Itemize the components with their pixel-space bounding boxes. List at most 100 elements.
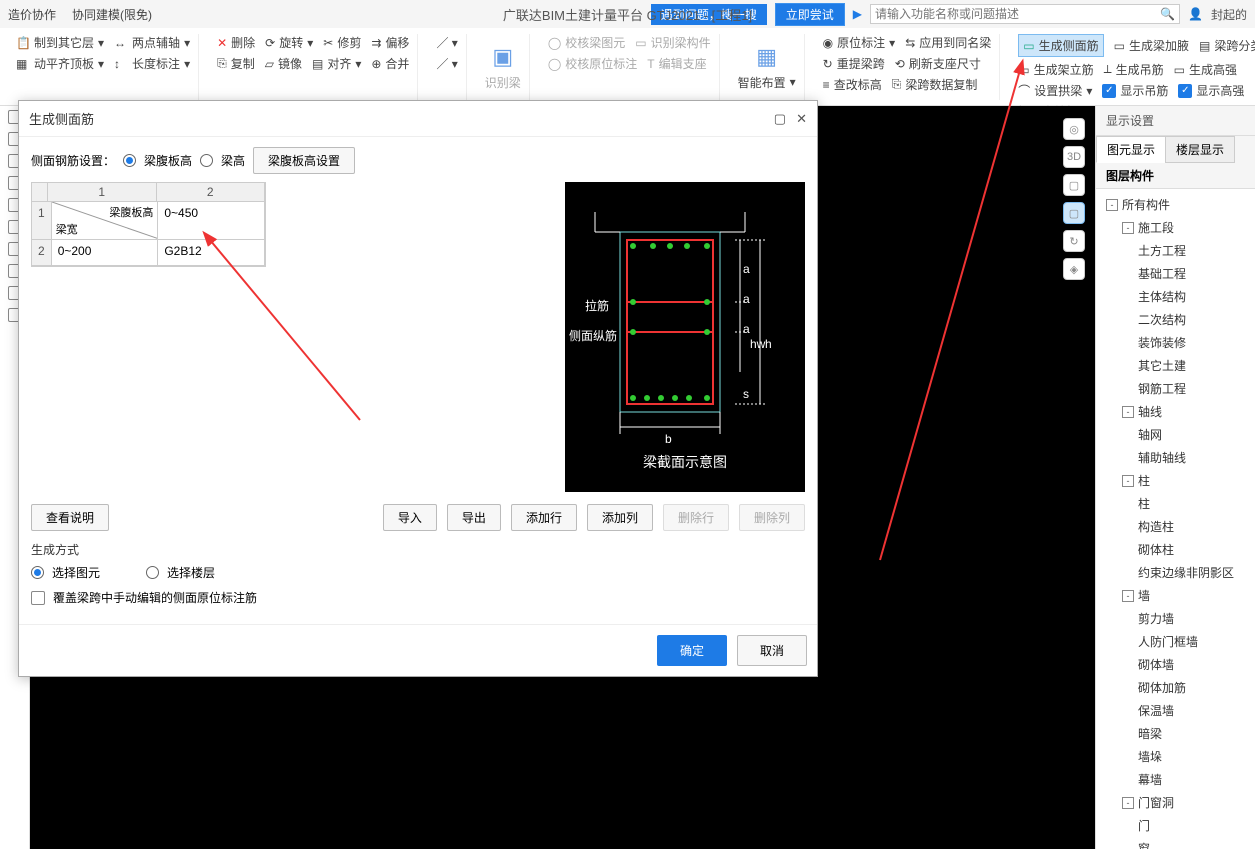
- tree-item[interactable]: -柱: [1096, 469, 1255, 492]
- view-top-icon[interactable]: ▢: [1063, 174, 1085, 196]
- menu-modeling[interactable]: 协同建模(限免): [72, 6, 152, 23]
- tree-item[interactable]: 幕墙: [1096, 768, 1255, 791]
- apply-same-beam[interactable]: ⇆应用到同名梁: [905, 34, 991, 51]
- tree-item[interactable]: 柱: [1096, 492, 1255, 515]
- tree-item[interactable]: -所有构件: [1096, 193, 1255, 216]
- gen-frame-rebar[interactable]: ▭生成架立筋: [1018, 61, 1093, 78]
- radio-web-height[interactable]: [123, 154, 136, 167]
- gen-beam-haunch[interactable]: ▭生成梁加腋: [1114, 37, 1189, 54]
- tree-item[interactable]: 主体结构: [1096, 285, 1255, 308]
- tree-item[interactable]: 砌体墙: [1096, 653, 1255, 676]
- export-button[interactable]: 导出: [447, 504, 501, 531]
- search-input[interactable]: [875, 7, 1160, 21]
- trim-button[interactable]: ✂修剪: [323, 34, 361, 51]
- show-hanger-rebar[interactable]: ✓显示吊筋: [1102, 82, 1168, 99]
- tree-item[interactable]: 构造柱: [1096, 515, 1255, 538]
- tree-item[interactable]: 基础工程: [1096, 262, 1255, 285]
- view-rotate-icon[interactable]: ↻: [1063, 230, 1085, 252]
- line-tool[interactable]: ／ ▾: [436, 34, 457, 51]
- refresh-support-dim[interactable]: ⟲刷新支座尺寸: [895, 55, 981, 72]
- tree-item[interactable]: -墙: [1096, 584, 1255, 607]
- rebar-grid[interactable]: 1 2 1 梁腹板高 梁宽 0~450 2 0~200: [31, 182, 266, 267]
- view-persp-icon[interactable]: ▢: [1063, 202, 1085, 224]
- tab-element-display[interactable]: 图元显示: [1096, 136, 1166, 163]
- beam-span-classify[interactable]: ▤梁跨分类: [1199, 37, 1255, 54]
- auto-align-top[interactable]: ▦动平齐顶板 ▾: [16, 55, 104, 72]
- length-annotation[interactable]: ↕长度标注 ▾: [114, 55, 190, 72]
- user-icon[interactable]: 👤: [1188, 7, 1203, 21]
- search-box[interactable]: 🔍: [870, 4, 1180, 24]
- gen-side-rebar[interactable]: ▭生成侧面筋: [1018, 34, 1103, 57]
- tree-item[interactable]: 砌体加筋: [1096, 676, 1255, 699]
- cancel-button[interactable]: 取消: [737, 635, 807, 666]
- import-button[interactable]: 导入: [383, 504, 437, 531]
- identify-beam-icon[interactable]: ▣: [492, 44, 513, 70]
- tree-item[interactable]: 钢筋工程: [1096, 377, 1255, 400]
- line-tool-2[interactable]: ／ ▾: [436, 55, 457, 72]
- user-name: 封起的: [1211, 6, 1247, 23]
- search-icon[interactable]: 🔍: [1160, 7, 1175, 21]
- tree-item[interactable]: 暗梁: [1096, 722, 1255, 745]
- set-arch-beam[interactable]: ⌒设置拱梁 ▾: [1018, 82, 1092, 99]
- web-height-settings-button[interactable]: 梁腹板高设置: [253, 147, 355, 174]
- merge-button[interactable]: ⊕合并: [371, 55, 409, 72]
- gen-hanger-rebar[interactable]: ⟂生成吊筋: [1104, 61, 1164, 78]
- check-elevation[interactable]: ≡查改标高: [823, 76, 882, 93]
- tab-floor-display[interactable]: 楼层显示: [1165, 136, 1235, 163]
- span-data-copy[interactable]: ⎘梁跨数据复制: [892, 76, 978, 93]
- mirror-button[interactable]: ▱镜像: [265, 55, 302, 72]
- tree-item[interactable]: 轴网: [1096, 423, 1255, 446]
- tree-item[interactable]: 约束边缘非阴影区: [1096, 561, 1255, 584]
- rotate-button[interactable]: ⟳旋转 ▾: [265, 34, 313, 51]
- offset-button[interactable]: ⇉偏移: [371, 34, 409, 51]
- smart-layout[interactable]: 智能布置 ▾: [738, 74, 796, 91]
- ok-button[interactable]: 确定: [657, 635, 727, 666]
- tree-item[interactable]: 二次结构: [1096, 308, 1255, 331]
- re-extract-span[interactable]: ↻重提梁跨: [823, 55, 885, 72]
- layer-tree[interactable]: -所有构件-施工段土方工程基础工程主体结构二次结构装饰装修其它土建钢筋工程-轴线…: [1096, 189, 1255, 849]
- add-row-button[interactable]: 添加行: [511, 504, 577, 531]
- view-compass-icon[interactable]: ◎: [1063, 118, 1085, 140]
- tree-item[interactable]: 剪力墙: [1096, 607, 1255, 630]
- tree-item[interactable]: -轴线: [1096, 400, 1255, 423]
- tree-item[interactable]: 人防门框墙: [1096, 630, 1255, 653]
- tree-item[interactable]: -施工段: [1096, 216, 1255, 239]
- tree-item[interactable]: 砌体柱: [1096, 538, 1255, 561]
- copy-button[interactable]: ⎘复制: [217, 55, 255, 72]
- show-high-strength[interactable]: ✓显示高强: [1178, 82, 1244, 99]
- gen-high-strength[interactable]: ▭生成高强: [1174, 61, 1237, 78]
- tree-item[interactable]: 窗: [1096, 837, 1255, 849]
- copy-to-floor[interactable]: 📋制到其它层 ▾: [16, 34, 104, 51]
- cell-corner: 梁腹板高 梁宽: [52, 202, 159, 240]
- readme-button[interactable]: 查看说明: [31, 504, 109, 531]
- align-button[interactable]: ▤对齐 ▾: [312, 55, 361, 72]
- cell-r2c1[interactable]: 0~200: [52, 240, 159, 266]
- radio-select-element[interactable]: [31, 566, 44, 579]
- radio-select-floor[interactable]: [146, 566, 159, 579]
- try-now-button[interactable]: 立即尝试: [775, 3, 845, 26]
- tree-item[interactable]: 墙垛: [1096, 745, 1255, 768]
- radio-beam-height[interactable]: [200, 154, 213, 167]
- origin-annot[interactable]: ◉原位标注 ▾: [823, 34, 896, 51]
- view-3d-icon[interactable]: 3D: [1063, 146, 1085, 168]
- del-row-button: 删除行: [663, 504, 729, 531]
- delete-button[interactable]: ✕删除: [217, 34, 255, 51]
- tree-item[interactable]: 土方工程: [1096, 239, 1255, 262]
- tree-item[interactable]: 门: [1096, 814, 1255, 837]
- tree-item[interactable]: 其它土建: [1096, 354, 1255, 377]
- overwrite-checkbox[interactable]: [31, 591, 45, 605]
- cell-r2c2[interactable]: G2B12: [158, 240, 265, 266]
- smart-layout-icon[interactable]: ▦: [756, 44, 777, 70]
- two-point-aux-axis[interactable]: ↔两点辅轴 ▾: [114, 34, 190, 51]
- tree-item[interactable]: 装饰装修: [1096, 331, 1255, 354]
- tree-item[interactable]: 辅助轴线: [1096, 446, 1255, 469]
- view-iso-icon[interactable]: ◈: [1063, 258, 1085, 280]
- dialog-title: 生成侧面筋: [29, 109, 94, 128]
- cell-r1c2[interactable]: 0~450: [158, 202, 265, 240]
- add-col-button[interactable]: 添加列: [587, 504, 653, 531]
- close-icon[interactable]: ✕: [796, 111, 807, 127]
- maximize-icon[interactable]: ▢: [774, 111, 786, 127]
- tree-item[interactable]: -门窗洞: [1096, 791, 1255, 814]
- menu-pricing[interactable]: 造价协作: [8, 6, 56, 23]
- tree-item[interactable]: 保温墙: [1096, 699, 1255, 722]
